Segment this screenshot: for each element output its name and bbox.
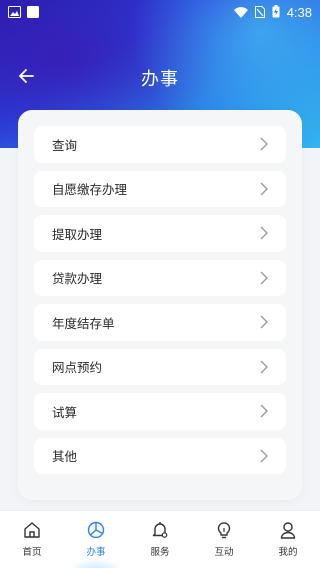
home-icon [21, 519, 43, 541]
back-button[interactable] [14, 66, 38, 90]
bottom-tab-bar: 首页 办事 服务 互动 我的 [0, 510, 320, 568]
wifi-icon [233, 3, 248, 22]
chevron-right-icon [260, 136, 270, 152]
no-sim-icon [254, 3, 265, 22]
menu-item-label: 贷款办理 [52, 271, 103, 287]
tab-label: 服务 [150, 547, 170, 558]
menu-item-label: 其他 [52, 449, 78, 465]
menu-item-annual-statement[interactable]: 年度结存单 [34, 304, 286, 341]
screen: 4:38 办事 查询 自愿缴存办理 提取办理 贷款办理 年度结存单 网点预约 试… [0, 0, 320, 568]
arrow-left-icon [18, 68, 34, 88]
chevron-right-icon [260, 359, 270, 375]
chevron-right-icon [260, 225, 270, 241]
menu-item-label: 网点预约 [52, 360, 103, 376]
tab-label: 我的 [278, 547, 298, 558]
menu-item-voluntary-deposit[interactable]: 自愿缴存办理 [34, 170, 286, 207]
status-time: 4:38 [286, 4, 312, 20]
chevron-right-icon [260, 314, 270, 330]
tab-label: 办事 [86, 547, 106, 558]
menu-item-query[interactable]: 查询 [34, 126, 286, 163]
menu-item-label: 年度结存单 [52, 315, 115, 331]
user-icon [277, 519, 299, 541]
battery-charging-icon [272, 3, 280, 22]
menu-item-label: 自愿缴存办理 [52, 182, 128, 198]
active-tab-glow [68, 558, 124, 568]
menu-item-calculator[interactable]: 试算 [34, 393, 286, 430]
menu-card: 查询 自愿缴存办理 提取办理 贷款办理 年度结存单 网点预约 试算 其他 [18, 110, 302, 500]
lightbulb-icon [213, 519, 235, 541]
image-icon [8, 3, 21, 22]
page-title: 办事 [141, 69, 179, 90]
chevron-right-icon [260, 403, 270, 419]
tab-services[interactable]: 服务 [128, 511, 192, 568]
menu-list: 查询 自愿缴存办理 提取办理 贷款办理 年度结存单 网点预约 试算 其他 [34, 126, 286, 474]
title-bar: 办事 [0, 58, 320, 98]
menu-item-label: 试算 [52, 404, 78, 420]
tab-interaction[interactable]: 互动 [192, 511, 256, 568]
menu-item-withdrawal[interactable]: 提取办理 [34, 215, 286, 252]
chevron-right-icon [260, 181, 270, 197]
menu-item-branch-appointment[interactable]: 网点预约 [34, 348, 286, 385]
square-icon [27, 3, 39, 22]
tab-affairs[interactable]: 办事 [64, 511, 128, 568]
bell-icon [149, 519, 171, 541]
chevron-right-icon [260, 448, 270, 464]
status-bar: 4:38 [0, 0, 320, 24]
menu-item-label: 查询 [52, 137, 78, 153]
tab-mine[interactable]: 我的 [256, 511, 320, 568]
tab-home[interactable]: 首页 [0, 511, 64, 568]
tab-label: 首页 [22, 547, 42, 558]
chevron-right-icon [260, 270, 270, 286]
pie-chart-icon [85, 519, 107, 541]
menu-item-label: 提取办理 [52, 226, 103, 242]
menu-item-other[interactable]: 其他 [34, 437, 286, 474]
menu-item-loan[interactable]: 贷款办理 [34, 259, 286, 296]
tab-label: 互动 [214, 547, 234, 558]
